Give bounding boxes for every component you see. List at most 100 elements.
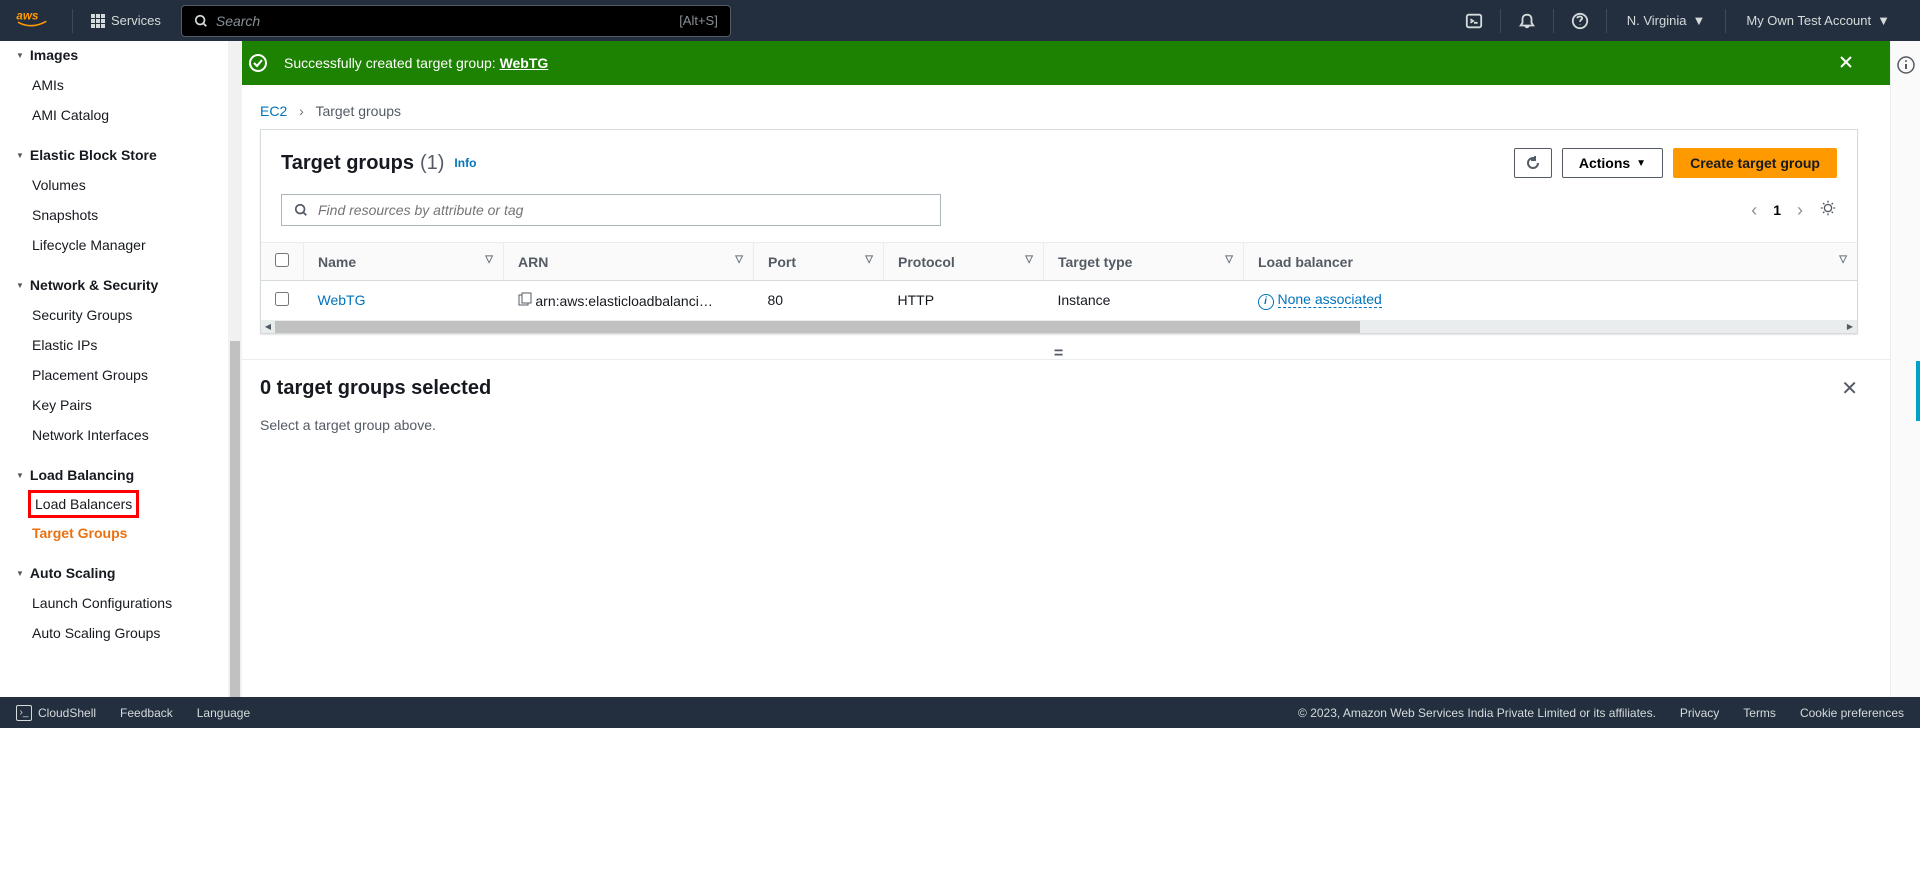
sidebar-item-ami-catalog[interactable]: AMI Catalog: [0, 100, 228, 130]
sidebar-item-network-interfaces[interactable]: Network Interfaces: [0, 420, 228, 450]
header-right: N. Virginia ▼ My Own Test Account ▼: [1454, 1, 1904, 41]
language-link[interactable]: Language: [197, 706, 250, 720]
target-groups-panel: Target groups (1) Info Actions ▼ Create …: [260, 129, 1858, 334]
prev-page-button[interactable]: ‹: [1751, 200, 1757, 221]
check-circle-icon: [248, 53, 268, 73]
sidebar-item-elastic-ips[interactable]: Elastic IPs: [0, 330, 228, 360]
sidebar-item-load-balancers[interactable]: Load Balancers: [28, 490, 139, 518]
page-number: 1: [1773, 202, 1781, 218]
sidebar-head-auto-scaling[interactable]: Auto Scaling: [0, 558, 228, 588]
select-all-checkbox[interactable]: [275, 253, 289, 267]
row-lb-link[interactable]: None associated: [1278, 291, 1382, 308]
sidebar-head-ebs[interactable]: Elastic Block Store: [0, 140, 228, 170]
actions-button[interactable]: Actions ▼: [1562, 148, 1663, 178]
alert-link[interactable]: WebTG: [500, 55, 549, 71]
aws-logo[interactable]: aws: [16, 8, 50, 33]
sidebar-item-lifecycle[interactable]: Lifecycle Manager: [0, 230, 228, 260]
sidebar-item-volumes[interactable]: Volumes: [0, 170, 228, 200]
sidebar-item-placement-groups[interactable]: Placement Groups: [0, 360, 228, 390]
cloudshell-icon: ›_: [16, 705, 32, 721]
table-header-row: Name ARN Port Protocol Target type Load …: [261, 243, 1857, 281]
notifications-icon[interactable]: [1507, 1, 1547, 41]
panel-count: (1): [420, 152, 444, 175]
info-link[interactable]: Info: [454, 156, 476, 170]
sidebar-scrollbar[interactable]: [228, 41, 242, 697]
row-checkbox[interactable]: [275, 292, 289, 306]
search-input[interactable]: [216, 13, 679, 29]
below-fold: [0, 728, 1920, 892]
sidebar-head-load-balancing[interactable]: Load Balancing: [0, 460, 228, 490]
filter-input[interactable]: [281, 194, 941, 226]
sidebar-item-security-groups[interactable]: Security Groups: [0, 300, 228, 330]
scroll-left-icon[interactable]: ◀: [261, 321, 275, 333]
info-sidebar-tab[interactable]: [1890, 41, 1920, 697]
help-icon[interactable]: [1560, 1, 1600, 41]
cookies-link[interactable]: Cookie preferences: [1800, 706, 1904, 720]
close-icon[interactable]: ✕: [1841, 376, 1858, 401]
content-wrap: Successfully created target group: WebTG…: [228, 41, 1920, 697]
svg-text:aws: aws: [16, 10, 39, 23]
content: Successfully created target group: WebTG…: [228, 41, 1890, 697]
cloudshell-button[interactable]: ›_ CloudShell: [16, 705, 96, 721]
row-protocol: HTTP: [884, 281, 1044, 321]
next-page-button[interactable]: ›: [1797, 200, 1803, 221]
detail-body: Select a target group above.: [260, 417, 1858, 433]
services-button[interactable]: Services: [79, 5, 173, 37]
row-arn: arn:aws:elasticloadbalanci…: [535, 293, 712, 309]
alert-close-icon[interactable]: [1838, 54, 1870, 73]
row-name-link[interactable]: WebTG: [318, 292, 366, 308]
search-icon: [194, 14, 208, 28]
sidebar-item-amis[interactable]: AMIs: [0, 70, 228, 100]
filter-row: ‹ 1 ›: [261, 188, 1857, 242]
region-selector[interactable]: N. Virginia ▼: [1613, 13, 1720, 28]
terms-link[interactable]: Terms: [1743, 706, 1776, 720]
refresh-button[interactable]: [1514, 148, 1552, 178]
drag-handle[interactable]: [228, 350, 1890, 360]
pagination: ‹ 1 ›: [1751, 199, 1837, 222]
target-groups-table: Name ARN Port Protocol Target type Load …: [261, 242, 1857, 321]
scroll-right-icon[interactable]: ▶: [1843, 321, 1857, 333]
col-protocol[interactable]: Protocol: [884, 243, 1044, 281]
panel-header: Target groups (1) Info Actions ▼ Create …: [261, 130, 1857, 188]
refresh-icon: [1525, 155, 1541, 171]
col-arn[interactable]: ARN: [504, 243, 754, 281]
main: Images AMIs AMI Catalog Elastic Block St…: [0, 41, 1920, 697]
detail-title: 0 target groups selected: [260, 377, 491, 400]
sidebar-item-auto-scaling-groups[interactable]: Auto Scaling Groups: [0, 618, 228, 648]
sidebar-item-key-pairs[interactable]: Key Pairs: [0, 390, 228, 420]
copyright: © 2023, Amazon Web Services India Privat…: [1298, 706, 1656, 720]
sidebar-head-network[interactable]: Network & Security: [0, 270, 228, 300]
top-nav: aws Services [Alt+S] N. Virginia ▼ My Ow…: [0, 0, 1920, 41]
info-circle-icon: [1896, 55, 1916, 75]
feedback-link[interactable]: Feedback: [120, 706, 173, 720]
breadcrumb: EC2 › Target groups: [228, 85, 1890, 129]
col-target-type[interactable]: Target type: [1044, 243, 1244, 281]
col-load-balancer[interactable]: Load balancer: [1244, 243, 1858, 281]
privacy-link[interactable]: Privacy: [1680, 706, 1719, 720]
caret-icon: ▼: [1636, 158, 1646, 169]
col-port[interactable]: Port: [754, 243, 884, 281]
table-h-scrollbar[interactable]: ◀ ▶: [261, 321, 1857, 333]
detail-panel: 0 target groups selected ✕ Select a targ…: [228, 360, 1890, 449]
gear-icon: [1819, 199, 1837, 217]
sidebar-item-launch-configurations[interactable]: Launch Configurations: [0, 588, 228, 618]
cloudshell-icon[interactable]: [1454, 1, 1494, 41]
success-alert: Successfully created target group: WebTG: [228, 41, 1890, 85]
sidebar-head-images[interactable]: Images: [0, 47, 228, 70]
account-label: My Own Test Account: [1746, 13, 1871, 28]
breadcrumb-root[interactable]: EC2: [260, 103, 287, 119]
caret-icon: ▼: [1692, 13, 1705, 28]
settings-button[interactable]: [1819, 199, 1837, 222]
create-target-group-button[interactable]: Create target group: [1673, 148, 1837, 178]
sidebar-item-target-groups[interactable]: Target Groups: [0, 518, 228, 548]
copy-icon[interactable]: [518, 292, 532, 309]
footer: ›_ CloudShell Feedback Language © 2023, …: [0, 697, 1920, 728]
row-port: 80: [754, 281, 884, 321]
table-row[interactable]: WebTG arn:aws:elasticloadbalanci… 80 HTT…: [261, 281, 1857, 321]
col-name[interactable]: Name: [304, 243, 504, 281]
breadcrumb-current: Target groups: [315, 103, 401, 119]
sidebar-item-snapshots[interactable]: Snapshots: [0, 200, 228, 230]
panel-title: Target groups: [281, 152, 414, 175]
chevron-right-icon: ›: [299, 103, 304, 119]
account-selector[interactable]: My Own Test Account ▼: [1732, 13, 1904, 28]
